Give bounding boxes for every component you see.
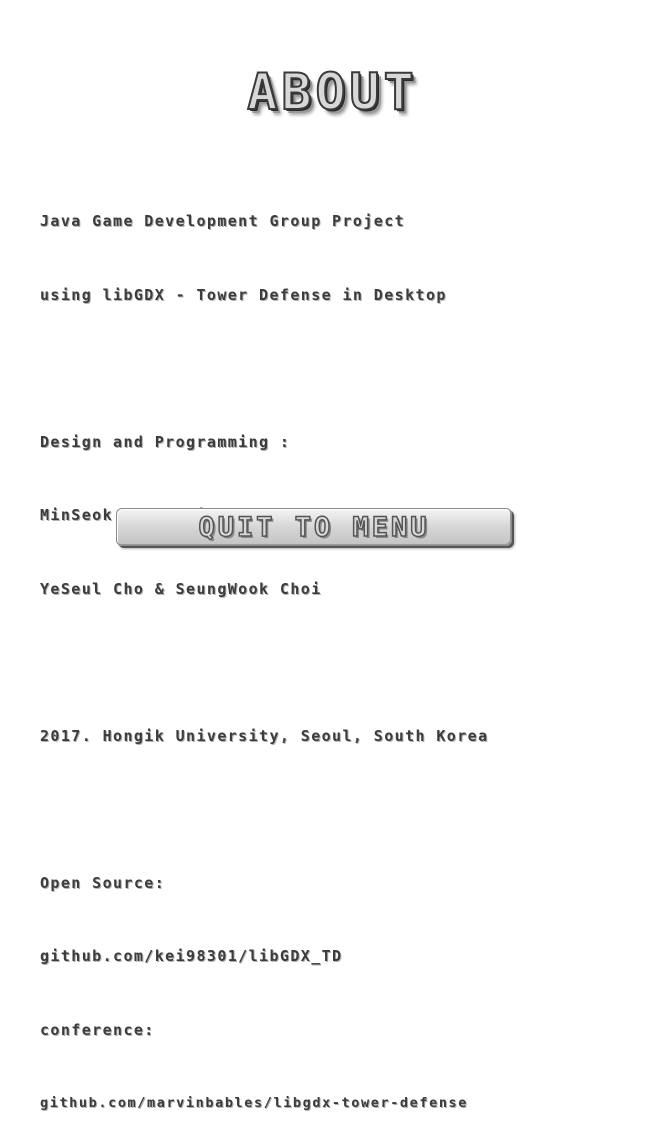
reference-link: github.com/marvinbables/libgdx-tower-def… bbox=[40, 1095, 469, 1111]
credits-line-2: YeSeul Cho & SeungWook Choi bbox=[40, 579, 322, 598]
description-line-1: Java Game Development Group Project bbox=[40, 212, 406, 230]
open-source-label: Open Source: bbox=[40, 873, 166, 892]
reference-label: conference: bbox=[40, 1020, 155, 1039]
description-line-2: using libGDX - Tower Defense in Desktop bbox=[40, 285, 447, 304]
about-text-block: Java Game Development Group Project usin… bbox=[40, 160, 660, 1140]
quit-to-menu-label: QUIT TO MENU bbox=[198, 511, 430, 544]
affiliation-text: 2017. Hongik University, Seoul, South Ko… bbox=[40, 726, 489, 745]
screen-title: ABOUT bbox=[246, 62, 418, 122]
open-source-link: github.com/kei98301/libGDX_TD bbox=[40, 947, 343, 965]
credits-heading: Design and Programming : bbox=[40, 432, 291, 451]
quit-to-menu-button[interactable]: QUIT TO MENU bbox=[116, 508, 512, 546]
